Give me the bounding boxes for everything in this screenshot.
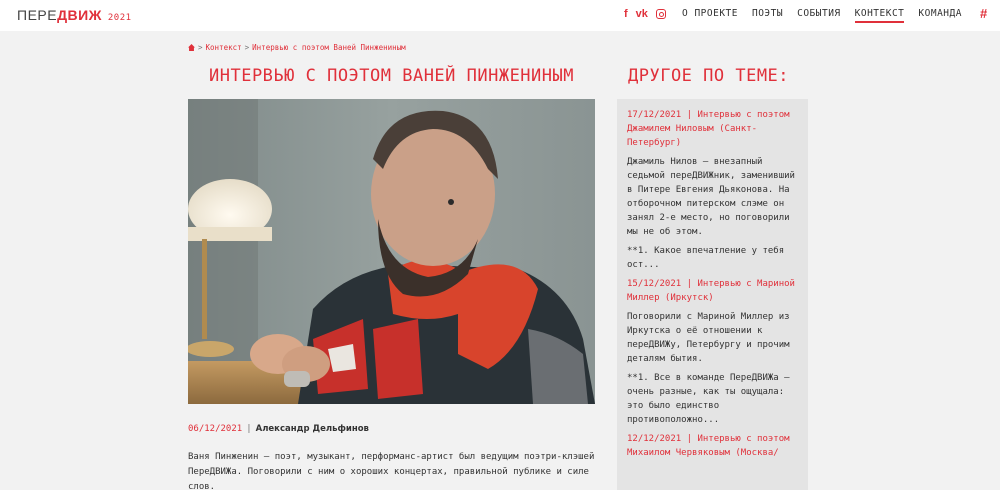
- related-article-title[interactable]: 15/12/2021 | Интервью с Мариной Миллер (…: [627, 277, 798, 305]
- breadcrumb: > Контекст > Интервью с поэтом Ваней Пинжен…: [188, 43, 406, 52]
- nav-context[interactable]: КОНТЕКСТ: [854, 8, 905, 23]
- breadcrumb-current[interactable]: Интервью с поэтом Ваней Пинжениным: [252, 43, 406, 52]
- nav-about[interactable]: О ПРОЕКТЕ: [682, 8, 738, 23]
- related-articles: 17/12/2021 | Интервью с поэтом Джамилем …: [617, 99, 808, 490]
- related-article: 15/12/2021 | Интервью с Мариной Миллер (…: [627, 277, 798, 427]
- social-links: f vk: [624, 8, 666, 20]
- logo-text: ПЕРЕ: [17, 7, 58, 23]
- related-article: 12/12/2021 | Интервью с поэтом Михаилом …: [627, 432, 798, 460]
- logo-accent: ДВИЖ: [57, 7, 102, 23]
- article-photo: [188, 99, 595, 404]
- related-article-excerpt: Поговорили с Мариной Миллер из Иркутска …: [627, 312, 790, 364]
- logo-year: 2021: [107, 13, 132, 23]
- facebook-icon[interactable]: f: [624, 8, 628, 20]
- related-article-title[interactable]: 12/12/2021 | Интервью с поэтом Михаилом …: [627, 432, 798, 460]
- related-article-quote: **1. Все в команде ПереДВИЖа — очень раз…: [627, 373, 790, 425]
- home-icon[interactable]: [188, 44, 195, 51]
- breadcrumb-separator: >: [198, 43, 203, 52]
- article-lead: Ваня Пинженин — поэт, музыкант, перформа…: [188, 452, 595, 490]
- breadcrumb-context[interactable]: Контекст: [206, 43, 242, 52]
- related-article-title[interactable]: 17/12/2021 | Интервью с поэтом Джамилем …: [627, 108, 798, 150]
- related-article-quote: **1. Какое впечатление у тебя ост...: [627, 246, 785, 270]
- page-title: ИНТЕРВЬЮ С ПОЭТОМ ВАНЕЙ ПИНЖЕНИНЫМ: [209, 66, 574, 86]
- article-date: 06/12/2021: [188, 424, 243, 434]
- nav-team[interactable]: КОМАНДА: [918, 8, 962, 23]
- breadcrumb-separator: >: [244, 43, 250, 52]
- related-article-excerpt: Джамиль Нилов — внезапный седьмой переДВ…: [627, 157, 795, 237]
- top-navbar: ПЕРЕДВИЖ 2021 f vk О ПРОЕКТЕ ПОЭТЫ СОБЫТИ…: [0, 0, 1000, 31]
- article-meta: 06/12/2021 | Александр Дельфинов: [188, 424, 369, 434]
- nav-events[interactable]: СОБЫТИЯ: [797, 8, 841, 23]
- article-author[interactable]: Александр Дельфинов: [256, 424, 369, 434]
- meta-divider: |: [246, 424, 252, 434]
- instagram-icon[interactable]: [655, 9, 666, 19]
- portrait-image: [188, 99, 595, 404]
- site-logo[interactable]: ПЕРЕДВИЖ 2021: [17, 7, 132, 23]
- main-nav: О ПРОЕКТЕ ПОЭТЫ СОБЫТИЯ КОНТЕКСТ КОМАНДА: [682, 8, 962, 23]
- hashtag-icon[interactable]: #: [980, 6, 987, 21]
- nav-poets[interactable]: ПОЭТЫ: [752, 8, 783, 23]
- related-article: 17/12/2021 | Интервью с поэтом Джамилем …: [627, 108, 798, 272]
- vk-icon[interactable]: vk: [636, 8, 648, 20]
- sidebar-title: ДРУГОЕ ПО ТЕМЕ:: [628, 66, 790, 86]
